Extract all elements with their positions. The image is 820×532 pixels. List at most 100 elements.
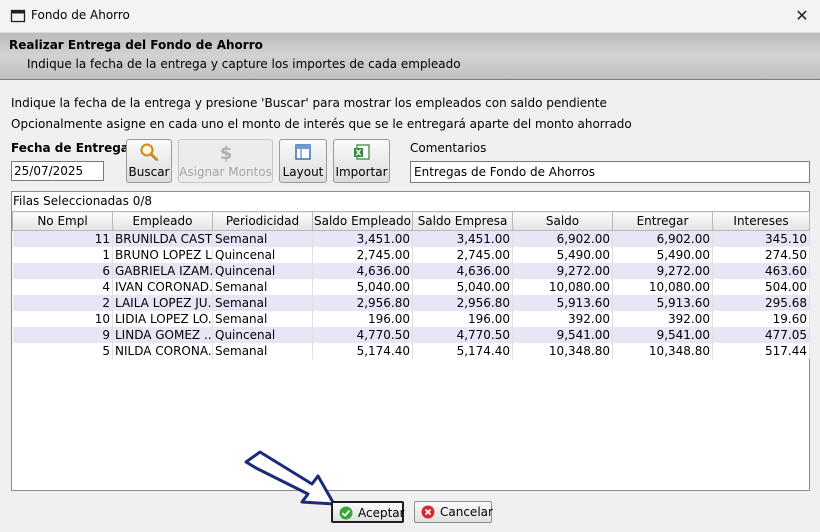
table-cell[interactable]: 504.00 — [712, 279, 810, 295]
table-cell[interactable]: 4,636.00 — [312, 263, 413, 279]
selected-rows-count: Filas Seleccionadas 0/8 — [13, 194, 153, 208]
table-cell[interactable]: 9,272.00 — [612, 263, 713, 279]
table-cell[interactable]: 9,541.00 — [612, 327, 713, 343]
comentarios-label: Comentarios — [410, 141, 487, 155]
table-cell[interactable]: 2 — [12, 295, 113, 311]
col-saldo-empleado[interactable]: Saldo Empleado — [312, 211, 413, 231]
table-cell[interactable]: 11 — [12, 230, 113, 247]
table-cell[interactable]: 196.00 — [312, 311, 413, 327]
table-cell[interactable]: 295.68 — [712, 295, 810, 311]
table-cell[interactable]: 9,541.00 — [512, 327, 613, 343]
empleados-grid[interactable]: Filas Seleccionadas 0/8 No Empl Empleado… — [11, 191, 810, 491]
table-cell[interactable]: 6,902.00 — [612, 230, 713, 247]
table-cell[interactable]: 3,451.00 — [312, 230, 413, 247]
table-cell[interactable]: 5,174.40 — [312, 343, 413, 359]
table-cell[interactable]: 6,902.00 — [512, 230, 613, 247]
table-cell[interactable]: BRUNILDA CAST... — [112, 230, 213, 247]
table-row[interactable]: 5 NILDA CORONA... Semanal 5,174.40 5,174.40 1… — [12, 343, 810, 359]
table-cell[interactable]: 3,451.00 — [412, 230, 513, 247]
table-cell[interactable]: Semanal — [212, 230, 313, 247]
col-entregar[interactable]: Entregar — [612, 211, 713, 231]
table-cell[interactable]: LAILA LOPEZ JU... — [112, 295, 213, 311]
table-cell[interactable]: 4,636.00 — [412, 263, 513, 279]
col-empleado[interactable]: Empleado — [112, 211, 213, 231]
table-row[interactable]: 4 IVAN CORONAD... Semanal 5,040.00 5,040.00 1… — [12, 279, 810, 295]
table-row[interactable]: 10 LIDIA LOPEZ LO... Semanal 196.00 196.00 39… — [12, 311, 810, 327]
col-intereses[interactable]: Intereses — [712, 211, 810, 231]
table-cell[interactable]: Semanal — [212, 295, 313, 311]
table-cell[interactable]: 5,040.00 — [412, 279, 513, 295]
table-cell[interactable]: 5,490.00 — [512, 247, 613, 263]
table-cell[interactable]: 2,956.80 — [312, 295, 413, 311]
table-cell[interactable]: 10,348.80 — [512, 343, 613, 359]
svg-text:X: X — [355, 149, 362, 158]
table-cell[interactable]: 2,745.00 — [412, 247, 513, 263]
table-cell[interactable]: 463.60 — [712, 263, 810, 279]
col-periodicidad[interactable]: Periodicidad — [212, 211, 313, 231]
table-cell[interactable]: 5,040.00 — [312, 279, 413, 295]
table-cell[interactable]: 392.00 — [612, 311, 713, 327]
close-icon[interactable]: ✕ — [790, 4, 814, 28]
table-cell[interactable]: 10 — [12, 311, 113, 327]
dollar-icon: $ — [219, 143, 232, 162]
table-cell[interactable]: 5 — [12, 343, 113, 359]
header-row: No Empl Empleado Periodicidad Saldo Empl… — [12, 211, 810, 231]
table-row[interactable]: 6 GABRIELA IZAM... Quincenal 4,636.00 4,636.… — [12, 263, 810, 279]
aceptar-label: Aceptar — [358, 506, 405, 520]
table-cell[interactable]: 5,490.00 — [612, 247, 713, 263]
table-cell[interactable]: BRUNO LOPEZ L... — [112, 247, 213, 263]
table-cell[interactable]: 9 — [12, 327, 113, 343]
table-cell[interactable]: 4 — [12, 279, 113, 295]
asignar-montos-button[interactable]: $ Asignar Montos — [178, 139, 273, 183]
cancelar-button[interactable]: Cancelar — [414, 501, 493, 523]
buscar-label: Buscar — [128, 165, 170, 179]
table-row[interactable]: 9 LINDA GOMEZ ... Quincenal 4,770.50 4,770.5… — [12, 327, 810, 343]
table-cell[interactable]: NILDA CORONA... — [112, 343, 213, 359]
table-row[interactable]: 11 BRUNILDA CAST... Semanal 3,451.00 3,451.0… — [12, 230, 810, 247]
table-cell[interactable]: 6 — [12, 263, 113, 279]
comentarios-input[interactable]: Entregas de Fondo de Ahorros — [410, 161, 810, 183]
table-cell[interactable]: 1 — [12, 247, 113, 263]
table-cell[interactable]: 19.60 — [712, 311, 810, 327]
col-saldo[interactable]: Saldo — [512, 211, 613, 231]
fecha-input[interactable]: 25/07/2025 — [11, 161, 104, 181]
table-cell[interactable]: 5,913.60 — [512, 295, 613, 311]
importar-button[interactable]: X Importar — [333, 139, 390, 183]
table-cell[interactable]: 477.05 — [712, 327, 810, 343]
buscar-button[interactable]: Buscar — [126, 139, 172, 183]
table-cell[interactable]: 345.10 — [712, 230, 810, 247]
table-cell[interactable]: 196.00 — [412, 311, 513, 327]
layout-button[interactable]: Layout — [279, 139, 327, 183]
table-cell[interactable]: Semanal — [212, 311, 313, 327]
table-cell[interactable]: 10,080.00 — [512, 279, 613, 295]
table-cell[interactable]: 5,913.60 — [612, 295, 713, 311]
table-cell[interactable]: 517.44 — [712, 343, 810, 359]
table-cell[interactable]: 4,770.50 — [412, 327, 513, 343]
table-cell[interactable]: LINDA GOMEZ ... — [112, 327, 213, 343]
aceptar-button[interactable]: Aceptar — [331, 501, 405, 523]
table-cell[interactable]: LIDIA LOPEZ LO... — [112, 311, 213, 327]
table-cell[interactable]: 392.00 — [512, 311, 613, 327]
table-cell[interactable]: 2,956.80 — [412, 295, 513, 311]
table-cell[interactable]: Quincenal — [212, 263, 313, 279]
table-cell[interactable]: IVAN CORONAD... — [112, 279, 213, 295]
layout-icon — [295, 144, 311, 160]
table-cell[interactable]: 2,745.00 — [312, 247, 413, 263]
table-row[interactable]: 1 BRUNO LOPEZ L... Quincenal 2,745.00 2,745.… — [12, 247, 810, 263]
table-cell[interactable]: Semanal — [212, 279, 313, 295]
table-cell[interactable]: Quincenal — [212, 247, 313, 263]
table-cell[interactable]: 274.50 — [712, 247, 810, 263]
table-cell[interactable]: 4,770.50 — [312, 327, 413, 343]
table-cell[interactable]: 5,174.40 — [412, 343, 513, 359]
table-cell[interactable]: GABRIELA IZAM... — [112, 263, 213, 279]
table-row[interactable]: 2 LAILA LOPEZ JU... Semanal 2,956.80 2,956.8… — [12, 295, 810, 311]
table-cell[interactable]: 9,272.00 — [512, 263, 613, 279]
title-bar: Fondo de Ahorro ✕ — [0, 0, 820, 33]
table-cell[interactable]: Semanal — [212, 343, 313, 359]
app-icon — [10, 9, 26, 23]
col-saldo-empresa[interactable]: Saldo Empresa — [412, 211, 513, 231]
table-cell[interactable]: 10,348.80 — [612, 343, 713, 359]
table-cell[interactable]: 10,080.00 — [612, 279, 713, 295]
table-cell[interactable]: Quincenal — [212, 327, 313, 343]
col-no-empl[interactable]: No Empl — [12, 211, 113, 231]
